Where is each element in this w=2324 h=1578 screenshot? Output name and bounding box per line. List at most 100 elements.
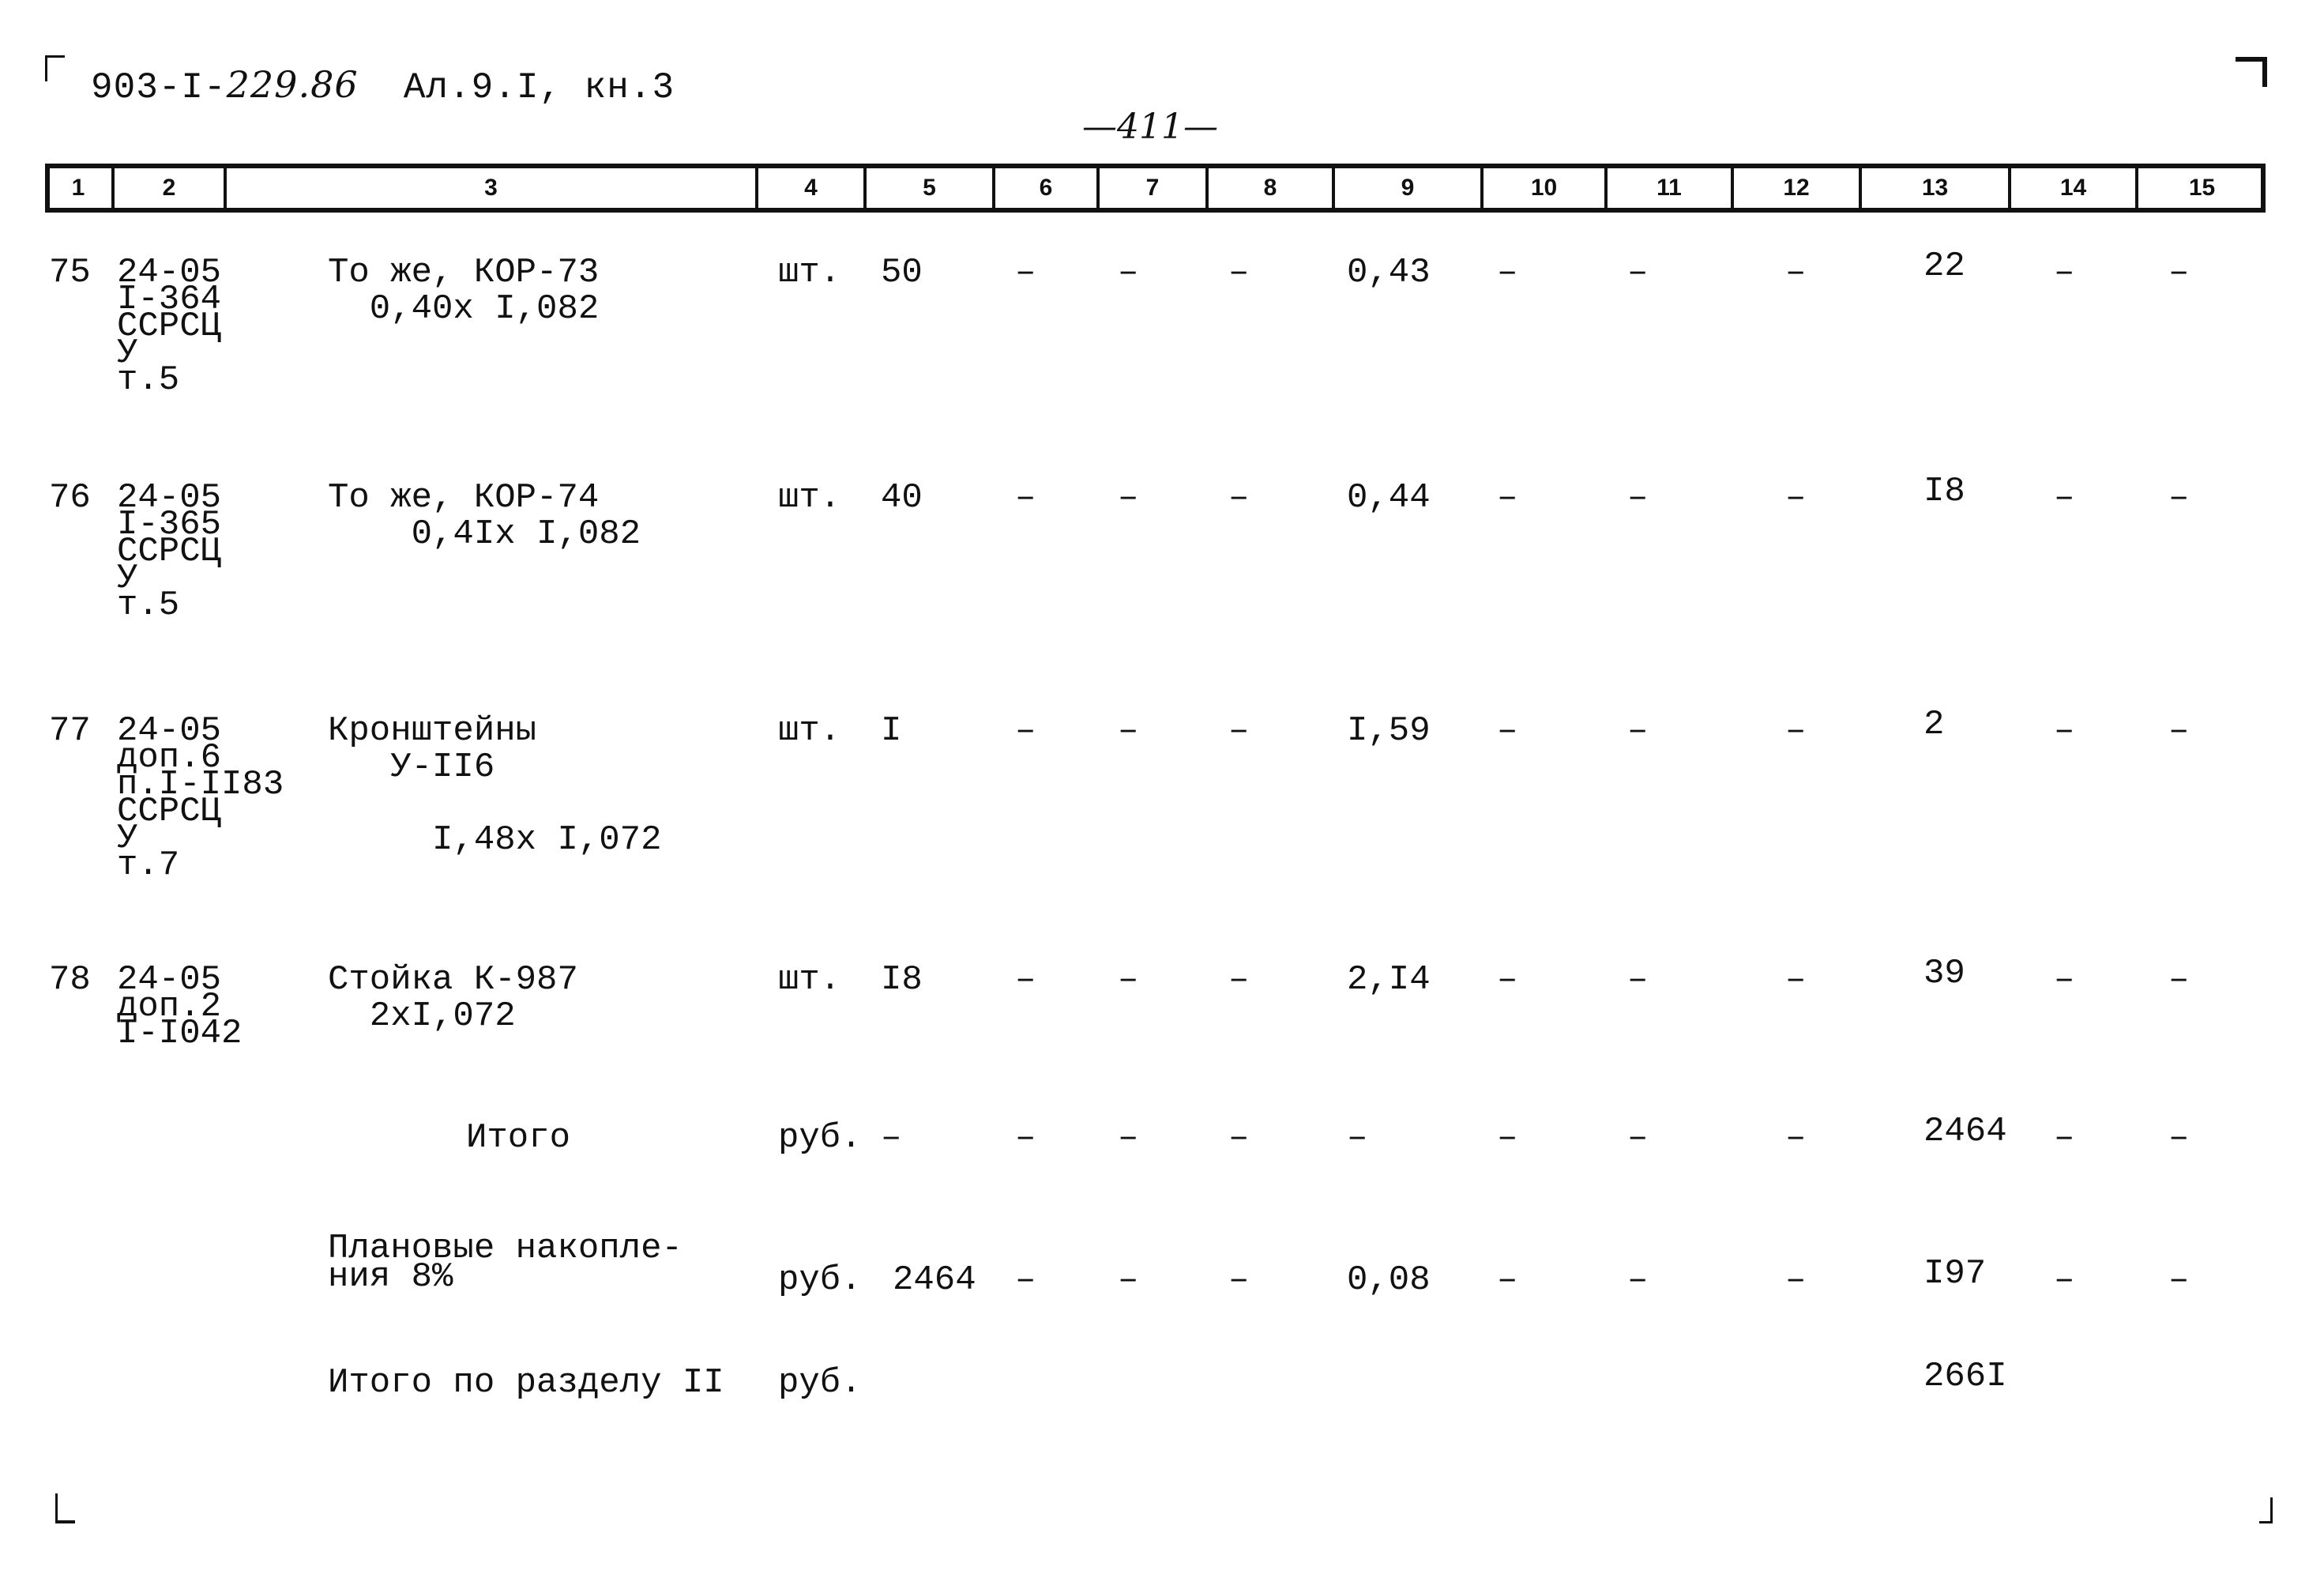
row-value-6: – <box>1015 253 1036 292</box>
row-value-11: – <box>1627 960 1649 1000</box>
row-value-13: 39 <box>1924 954 1965 993</box>
total-value-8: – <box>1228 1260 1250 1300</box>
row-reference-line: I-I042 <box>117 1014 243 1053</box>
column-header-8: 8 <box>1209 168 1335 208</box>
document-code-number: 229.86 <box>226 63 359 106</box>
row-value-15: – <box>2168 253 2190 292</box>
row-name-line: Кронштейны <box>328 711 537 751</box>
page-number: —411— <box>1082 107 1218 147</box>
row-number: 76 <box>49 478 91 518</box>
column-header-row: 1 2 3 4 5 6 7 8 9 10 11 12 13 14 15 <box>45 164 2266 213</box>
total-label-line: Итого <box>466 1118 571 1158</box>
column-header-1: 1 <box>45 168 115 208</box>
row-value-14: – <box>2054 960 2075 1000</box>
row-value-11: – <box>1627 478 1649 518</box>
total-unit: руб. <box>778 1260 862 1300</box>
row-value-8: – <box>1228 253 1250 292</box>
row-value-10: – <box>1497 478 1518 518</box>
document-code: 903-I-229.86 Ал.9.I, кн.3 <box>91 63 675 108</box>
total-value-7: – <box>1118 1260 1139 1300</box>
corner-mark-bottom-right <box>2259 1497 2273 1523</box>
total-unit: руб. <box>778 1363 862 1403</box>
row-value-6: – <box>1015 960 1036 1000</box>
total-value-5: 2464 <box>893 1260 976 1300</box>
document-code-suffix: Ал.9.I, кн.3 <box>358 67 675 108</box>
column-header-10: 10 <box>1484 168 1608 208</box>
row-value-7: – <box>1118 253 1139 292</box>
row-number: 77 <box>49 711 91 751</box>
column-header-11: 11 <box>1608 168 1734 208</box>
total-value-10: – <box>1497 1118 1518 1158</box>
total-value-10: – <box>1497 1260 1518 1300</box>
column-header-4: 4 <box>758 168 867 208</box>
total-label-line: Итого по разделу II <box>328 1363 724 1403</box>
row-value-7: – <box>1118 960 1139 1000</box>
total-value-15: – <box>2168 1260 2190 1300</box>
total-value-9: – <box>1347 1118 1368 1158</box>
column-header-12: 12 <box>1734 168 1862 208</box>
row-value-13: 2 <box>1924 705 1945 744</box>
row-value-6: – <box>1015 478 1036 518</box>
row-value-8: – <box>1228 711 1250 751</box>
row-unit: шт. <box>778 960 841 1000</box>
row-value-12: – <box>1785 711 1807 751</box>
row-name-line: То же, КОР-74 <box>328 478 600 518</box>
row-name-line: 0,4Iх I,082 <box>328 514 641 554</box>
row-value-11: – <box>1627 253 1649 292</box>
total-value-11: – <box>1627 1260 1649 1300</box>
row-value-10: – <box>1497 253 1518 292</box>
row-value-12: – <box>1785 253 1807 292</box>
row-name-line: У-II6 <box>328 748 495 787</box>
row-value-7: – <box>1118 711 1139 751</box>
column-header-2: 2 <box>115 168 227 208</box>
row-value-15: – <box>2168 478 2190 518</box>
row-value-5: I8 <box>881 960 923 1000</box>
row-unit: шт. <box>778 253 841 292</box>
total-value-13: 2464 <box>1924 1112 2007 1151</box>
row-value-9: 2,I4 <box>1347 960 1431 1000</box>
total-value-14: – <box>2054 1118 2075 1158</box>
row-name-line: 2хI,072 <box>328 996 516 1036</box>
column-header-6: 6 <box>995 168 1100 208</box>
row-value-9: 0,43 <box>1347 253 1431 292</box>
row-value-8: – <box>1228 478 1250 518</box>
row-value-15: – <box>2168 960 2190 1000</box>
total-value-13: I97 <box>1924 1254 1987 1294</box>
total-value-6: – <box>1015 1260 1036 1300</box>
total-value-7: – <box>1118 1118 1139 1158</box>
row-reference-line: т.7 <box>117 845 180 885</box>
column-header-9: 9 <box>1335 168 1484 208</box>
column-header-5: 5 <box>867 168 995 208</box>
total-value-14: – <box>2054 1260 2075 1300</box>
row-unit: шт. <box>778 478 841 518</box>
total-value-6: – <box>1015 1118 1036 1158</box>
total-label-line: ния 8% <box>328 1257 453 1297</box>
row-unit: шт. <box>778 711 841 751</box>
row-value-11: – <box>1627 711 1649 751</box>
row-value-5: 40 <box>881 478 923 518</box>
corner-mark-top-right <box>2236 57 2267 87</box>
corner-mark-bottom-left <box>55 1493 75 1523</box>
total-value-12: – <box>1785 1260 1807 1300</box>
total-value-11: – <box>1627 1118 1649 1158</box>
row-value-5: 50 <box>881 253 923 292</box>
row-value-6: – <box>1015 711 1036 751</box>
row-value-14: – <box>2054 711 2075 751</box>
row-value-10: – <box>1497 960 1518 1000</box>
row-number: 75 <box>49 253 91 292</box>
row-reference-line: т.5 <box>117 586 180 625</box>
row-number: 78 <box>49 960 91 1000</box>
total-value-15: – <box>2168 1118 2190 1158</box>
row-name-line: То же, КОР-73 <box>328 253 600 292</box>
row-name-line: 0,40х I,082 <box>328 289 600 329</box>
row-value-9: I,59 <box>1347 711 1431 751</box>
row-reference-line: т.5 <box>117 360 180 400</box>
row-value-13: 22 <box>1924 247 1965 286</box>
row-value-8: – <box>1228 960 1250 1000</box>
row-value-7: – <box>1118 478 1139 518</box>
total-value-12: – <box>1785 1118 1807 1158</box>
column-header-7: 7 <box>1100 168 1209 208</box>
total-value-9: 0,08 <box>1347 1260 1431 1300</box>
column-header-15: 15 <box>2188 175 2216 201</box>
corner-mark-top-left <box>45 55 65 81</box>
